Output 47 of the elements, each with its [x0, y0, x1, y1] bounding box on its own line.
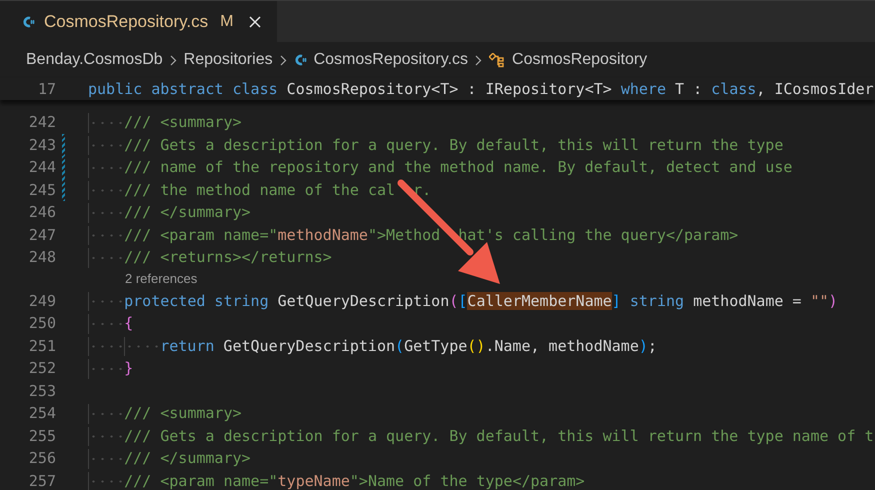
- line-number: 245: [28, 180, 56, 200]
- file-type-icon: [294, 53, 308, 67]
- codelens-references[interactable]: 2 references: [125, 269, 198, 289]
- code-line: /// Gets a description for a query. By default, this will return the type name of t: [88, 424, 874, 447]
- line-number: 257: [28, 470, 56, 490]
- code-line: /// <summary>: [88, 111, 242, 134]
- code-line: return GetQueryDescription(GetType().Name, methodName);: [88, 334, 657, 357]
- breadcrumb-item[interactable]: CosmosRepository: [512, 48, 648, 72]
- modified-indicator: M: [220, 12, 234, 32]
- line-number: 249: [28, 290, 56, 312]
- line-number: 244: [28, 157, 56, 178]
- line-number: 250: [28, 313, 56, 334]
- file-type-icon: [22, 14, 36, 28]
- code-line: /// <param name="methodName">Method hat's calling the query</param>: [88, 224, 738, 246]
- code-line: /// <param name="typeName">Name of the type</param>: [88, 470, 585, 490]
- line-number: 253: [28, 380, 56, 402]
- close-icon[interactable]: [249, 16, 262, 28]
- code-line: /// <returns></returns>: [88, 246, 332, 268]
- line-number: 255: [28, 426, 56, 446]
- line-number: 256: [28, 448, 56, 469]
- code-line: public abstract class CosmosRepository<T> : IRepository<T> where T : class, ICosmosIder: [88, 78, 874, 100]
- line-number: 243: [28, 134, 56, 156]
- code-line: }: [88, 357, 134, 380]
- code-line: /// </summary>: [88, 201, 251, 224]
- breadcrumb-item[interactable]: Benday.CosmosDb: [26, 48, 163, 72]
- breadcrumb-item[interactable]: Repositories: [184, 48, 273, 72]
- line-number: 251: [28, 336, 56, 356]
- line-number: 247: [28, 224, 56, 246]
- code-line: /// name of the repository and the method name. By default, detect and use: [88, 156, 792, 178]
- editor-tab[interactable]: CosmosRepository.cs M: [0, 1, 278, 42]
- code-line: {: [88, 312, 134, 334]
- line-number: 246: [28, 202, 56, 223]
- chevron-right-icon: [280, 54, 287, 66]
- chevron-right-icon: [170, 54, 177, 66]
- code-line: /// </summary>: [88, 447, 251, 470]
- code-line: /// <summary>: [88, 402, 242, 424]
- line-number: 17: [36, 78, 56, 100]
- class-symbol-icon: [489, 52, 506, 68]
- chevron-right-icon: [475, 54, 482, 66]
- breadcrumb-item[interactable]: CosmosRepository.cs: [314, 48, 468, 72]
- code-line: /// Gets a description for a query. By default, this will return the type: [88, 134, 784, 156]
- line-number: 254: [28, 403, 56, 424]
- line-number: 248: [28, 247, 56, 268]
- line-number: 252: [28, 358, 56, 379]
- tab-title: CosmosRepository.cs: [44, 10, 208, 33]
- code-line: protected string GetQueryDescription([CallerMemberName] string methodName = ""): [88, 290, 838, 312]
- line-number: 242: [28, 112, 56, 133]
